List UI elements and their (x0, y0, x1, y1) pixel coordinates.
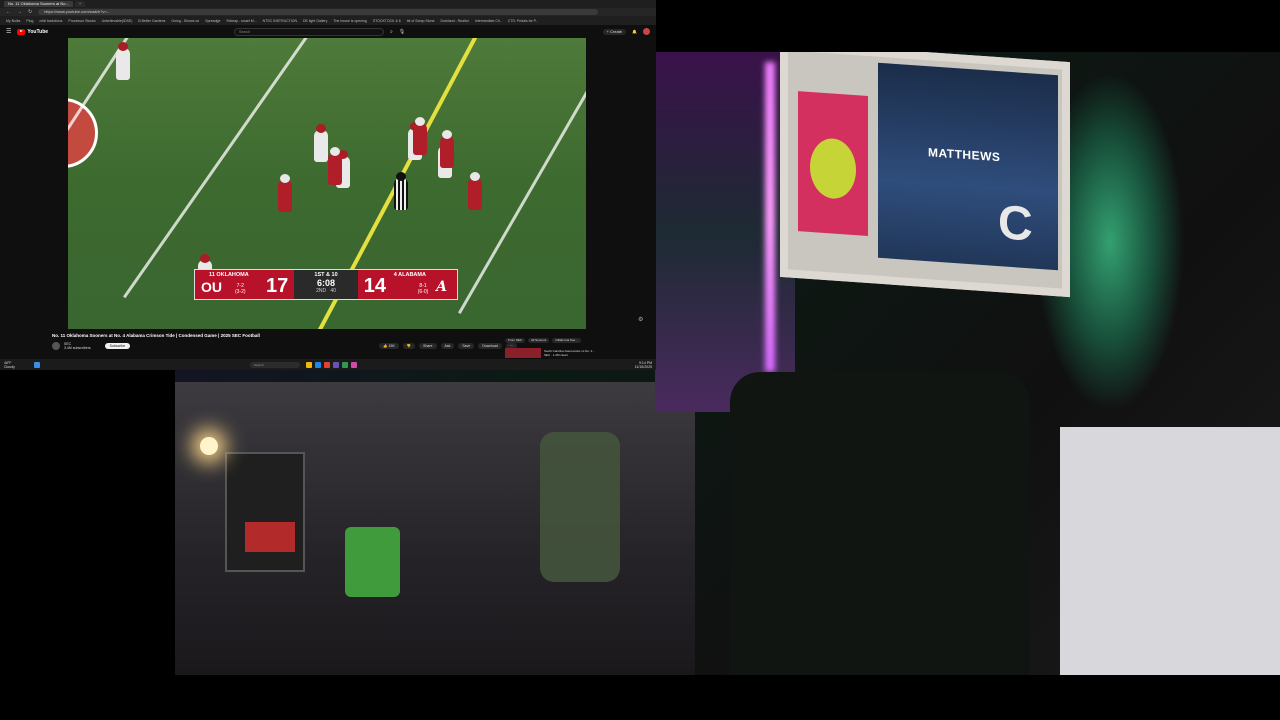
player (328, 147, 342, 185)
subscribe-button[interactable]: Subscribe (104, 343, 131, 349)
ask-button[interactable]: Ask (440, 343, 455, 349)
back-icon[interactable]: ← (6, 9, 11, 15)
youtube-play-icon (17, 28, 26, 35)
chip[interactable]: Oklahoma Soo... (552, 338, 581, 343)
bookmarks-bar: My Bulbs Plug crfdl tradotions Processor… (0, 16, 656, 25)
address-bar: ← → ↻ https://www.youtube.com/watch?v=..… (0, 8, 656, 16)
system-tray-clock[interactable]: 9:14 PM 11/15/2025 (635, 361, 652, 369)
video-title: No. 11 Oklahoma Sooners at No. 4 Alabama… (52, 333, 260, 338)
led-strip (765, 62, 775, 372)
app-icon[interactable] (333, 361, 339, 368)
tab-bar: No. 11 Oklahoma Sooners at No... + (0, 0, 656, 8)
start-icon[interactable] (34, 361, 40, 368)
bookmark[interactable]: Intermediate Ch.. (475, 19, 502, 23)
video-actions: 👍 15K 👎 Share Ask Save Download ⋯ (379, 343, 518, 349)
hamburger-menu-icon[interactable]: ☰ (6, 28, 11, 35)
recommended-video[interactable]: South Carolina Gamecocks vs No. 2... SEC… (505, 348, 595, 358)
chip[interactable]: All Sooners (528, 338, 550, 343)
bookmark[interactable]: Processor Stocks (68, 19, 95, 23)
youtube-header: ☰ YouTube Search ⌕ 🎙 + Create 🔔 (0, 25, 656, 38)
midfield-logo (68, 98, 98, 168)
download-button[interactable]: Download (478, 343, 502, 349)
player (278, 174, 292, 212)
taskbar-search[interactable]: Search (250, 361, 300, 368)
bag (225, 452, 305, 572)
search-icon[interactable]: ⌕ (390, 29, 393, 35)
away-team: 14 4 ALABAMA 8-1 (6-0) A (363, 272, 448, 297)
file-explorer-icon[interactable] (306, 361, 312, 368)
referee (394, 172, 408, 210)
create-button[interactable]: + Create (602, 28, 627, 35)
chair (730, 372, 1030, 675)
bookmark[interactable]: Durkland - Realtor (441, 19, 469, 23)
game-clock: 1ST & 10 6:08 2ND 40 (294, 270, 358, 299)
reload-icon[interactable]: ↻ (28, 9, 32, 15)
lamp-light (200, 437, 218, 455)
forward-icon[interactable]: → (17, 9, 22, 15)
bookmark[interactable]: My Bulbs (6, 19, 20, 23)
player (468, 172, 482, 210)
recommendation-chips: From SEC All Sooners Oklahoma Soo... (505, 338, 581, 343)
youtube-logo[interactable]: YouTube (17, 28, 48, 35)
bookmark[interactable]: The house is opening (333, 19, 366, 23)
bookmark[interactable]: Rdreap - smart M... (226, 19, 256, 23)
bookmark[interactable]: Plug (26, 19, 33, 23)
player (440, 130, 454, 168)
green-cup (345, 527, 400, 597)
url-field[interactable]: https://www.youtube.com/watch?v=... (38, 9, 599, 15)
recommended-thumbnail[interactable] (505, 348, 541, 358)
chip[interactable]: From SEC (505, 338, 526, 343)
bookmark[interactable]: NTSC INSTRUCTION (263, 19, 297, 23)
framed-poster: MATTHEWS C (780, 52, 1070, 298)
scorebug: 11 OKLAHOMA OU 7-2 (3-2) 17 1ST & 10 6:0… (194, 269, 458, 300)
bookmark[interactable]: crfdl tradotions (39, 19, 62, 23)
jar (540, 432, 620, 582)
bookmark[interactable]: B Better Gardens (138, 19, 165, 23)
notifications-icon[interactable]: 🔔 (632, 29, 637, 34)
search-input[interactable]: Search (234, 27, 385, 36)
video-player[interactable]: 11 OKLAHOMA OU 7-2 (3-2) 17 1ST & 10 6:0… (68, 38, 586, 329)
channel-subs: 3.4M subscribers (64, 346, 91, 350)
bookmark[interactable]: Going - Shows on (171, 19, 199, 23)
poster-letter: C (998, 196, 1033, 252)
oklahoma-score: 17 (266, 275, 289, 297)
home-team: 11 OKLAHOMA OU 7-2 (3-2) 17 (201, 272, 289, 297)
app-icon[interactable] (351, 361, 357, 368)
bookmark[interactable]: bit of Scrap Stone (407, 19, 435, 23)
alabama-score: 14 (363, 275, 387, 297)
player (314, 124, 328, 162)
tab-youtube[interactable]: No. 11 Oklahoma Sooners at No... (4, 1, 73, 7)
like-button[interactable]: 👍 15K (379, 343, 399, 349)
pinned-apps (306, 361, 357, 368)
channel-avatar[interactable] (52, 342, 60, 350)
bookmark[interactable]: CTD: Pedals for P.. (508, 19, 538, 23)
player (413, 117, 427, 155)
bookmark[interactable]: Unbelievable(IDSE) (102, 19, 133, 23)
app-icon[interactable] (342, 361, 348, 368)
settings-icon[interactable]: ⚙ (638, 316, 643, 323)
oklahoma-logo: OU (201, 279, 222, 295)
edge-icon[interactable] (315, 361, 321, 368)
save-button[interactable]: Save (458, 343, 475, 349)
washer (1060, 427, 1280, 675)
yard-line (122, 38, 321, 299)
browser-window: No. 11 Oklahoma Sooners at No... + ← → ↻… (0, 0, 656, 370)
chrome-icon[interactable] (324, 361, 330, 368)
microphone-icon[interactable]: 🎙 (399, 29, 405, 35)
player (116, 42, 130, 80)
share-button[interactable]: Share (419, 343, 437, 349)
new-tab-button[interactable]: + (74, 1, 86, 7)
weather-widget[interactable]: 46°F Cloudy (4, 361, 34, 369)
bookmark[interactable]: Spreadge (205, 19, 220, 23)
bookmark[interactable]: DE light Gallery (303, 19, 327, 23)
avatar[interactable] (643, 28, 650, 35)
taskbar: 46°F Cloudy Search 9:14 PM 11/15/2025 (0, 359, 656, 370)
bookmark[interactable]: STOCKTOCK & 6 (373, 19, 401, 23)
alabama-logo: A (436, 279, 448, 295)
dislike-button[interactable]: 👎 (402, 343, 416, 349)
